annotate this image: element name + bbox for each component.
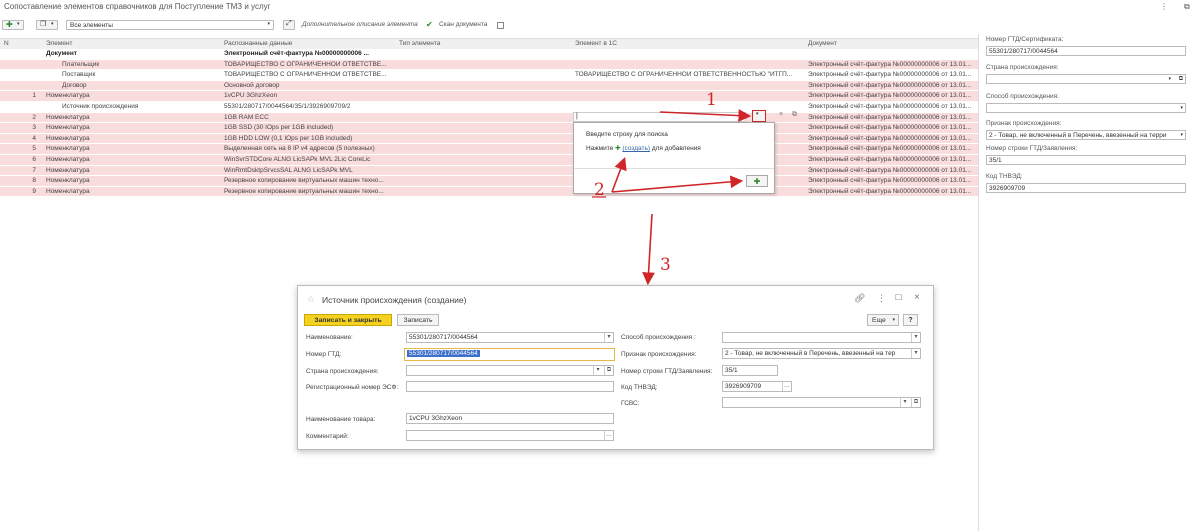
chevron-down-icon[interactable]: ▾	[911, 333, 920, 342]
chevron-down-icon[interactable]: ▾	[911, 349, 920, 358]
gtd-label: Номер ГТД:	[306, 351, 342, 358]
open-link-icon[interactable]: ⧉	[911, 398, 920, 407]
link-icon[interactable]: 🔗︎	[854, 293, 865, 304]
reg-field[interactable]	[406, 381, 614, 392]
method-label: Способ происхождения :	[621, 334, 696, 341]
goods-field[interactable]: 1vCPU 3GhzXeon	[406, 413, 614, 424]
name-field[interactable]: 55301/280717/0044564 ▾	[406, 332, 614, 343]
arrow-3	[642, 213, 655, 286]
help-button[interactable]: ?	[903, 314, 918, 326]
goods-label: Наименование товара:	[306, 416, 376, 423]
tnved-field[interactable]: 3926909709 …	[722, 381, 792, 392]
dialog-title: Источник происхождения (создание)	[322, 295, 467, 305]
chevron-down-icon[interactable]: ▾	[604, 333, 613, 342]
rp-line-label: Номер строки ГТД/Заявления:	[986, 145, 1078, 152]
chevron-down-icon[interactable]: ▾	[1180, 104, 1183, 112]
open-link-icon[interactable]: ⧉	[1179, 75, 1183, 83]
tnved-value: 3926909709	[725, 383, 762, 390]
rp-method-field[interactable]: ▾	[986, 103, 1186, 113]
annotation-2: 2	[594, 180, 605, 200]
close-icon[interactable]: ×	[914, 292, 920, 303]
arrow-2a	[611, 157, 627, 193]
open-link-icon[interactable]: ⧉	[604, 366, 613, 375]
rp-tnved-field[interactable]: 3926909709	[986, 183, 1186, 193]
rp-gtd-label: Номер ГТД/Сертификата:	[986, 36, 1064, 43]
sign-label: Признак происхождения:	[621, 351, 697, 358]
chevron-down-icon: ▾	[892, 317, 895, 323]
chevron-down-icon[interactable]: ▾	[1168, 75, 1171, 83]
create-dialog: ☆ Источник происхождения (создание) 🔗︎ ⋮…	[297, 285, 934, 450]
more-label: Еще	[872, 317, 886, 324]
gsvs-label: ГСВС:	[621, 400, 640, 407]
gtd-field[interactable]: 55301/280717/0044564	[404, 348, 615, 361]
country-field[interactable]: ▾ ⧉	[406, 365, 614, 376]
annotation-3: 3	[660, 255, 671, 275]
country-label: Страна происхождения:	[306, 368, 379, 375]
more-vertical-icon[interactable]: ⋮	[877, 293, 886, 304]
arrow-2b	[611, 175, 744, 193]
comment-label: Комментарий:	[306, 433, 349, 440]
chevron-down-icon[interactable]: ▾	[1180, 131, 1183, 139]
rp-gtd-field[interactable]: 55301/280717/0044564	[986, 46, 1186, 56]
tnved-label: Код ТНВЭД:	[621, 384, 658, 391]
chevron-down-icon[interactable]: ▾	[593, 366, 602, 375]
reg-label: Регистрационный номер ЭСФ:	[306, 384, 399, 391]
arrow-1	[659, 109, 752, 122]
rp-sign-field[interactable]: 2 - Товар, не включенный в Перечень, вве…	[986, 130, 1186, 140]
save-close-button[interactable]: Записать и закрыть	[304, 314, 392, 326]
gsvs-field[interactable]: ▾ ⧉	[722, 397, 921, 408]
name-label: Наименование:	[306, 334, 353, 341]
ellipsis-icon[interactable]: …	[782, 382, 791, 391]
rp-sign-label: Признак происхождения:	[986, 120, 1062, 127]
sign-field[interactable]: 2 - Товар, не включенный в Перечень, вве…	[722, 348, 921, 359]
annotation-1: 1	[706, 90, 717, 110]
save-button[interactable]: Записать	[397, 314, 439, 326]
rp-sign-value: 2 - Товар, не включенный в Перечень, вве…	[989, 132, 1167, 139]
method-field[interactable]: ▾	[722, 332, 921, 343]
panel-divider	[978, 34, 979, 531]
star-icon[interactable]: ☆	[307, 294, 315, 305]
ellipsis-icon[interactable]: …	[604, 431, 613, 440]
line-label: Номер строки ГТД/Заявления:	[621, 368, 713, 375]
line-field[interactable]: 35/1	[722, 365, 778, 376]
rp-country-field[interactable]: ▾ ⧉	[986, 74, 1186, 84]
name-value: 55301/280717/0044564	[409, 334, 478, 341]
gtd-value: 55301/280717/0044564	[407, 350, 480, 357]
rp-method-label: Способ происхождения:	[986, 93, 1059, 100]
rp-country-label: Страна происхождения:	[986, 64, 1059, 71]
more-button[interactable]: Еще ▾	[867, 314, 899, 326]
chevron-down-icon[interactable]: ▾	[900, 398, 909, 407]
sign-value: 2 - Товар, не включенный в Перечень, вве…	[725, 350, 896, 357]
rp-tnved-label: Код ТНВЭД:	[986, 173, 1023, 180]
maximize-icon[interactable]: ☐	[895, 293, 902, 302]
comment-field[interactable]: …	[406, 430, 614, 441]
rp-line-field[interactable]: 35/1	[986, 155, 1186, 165]
